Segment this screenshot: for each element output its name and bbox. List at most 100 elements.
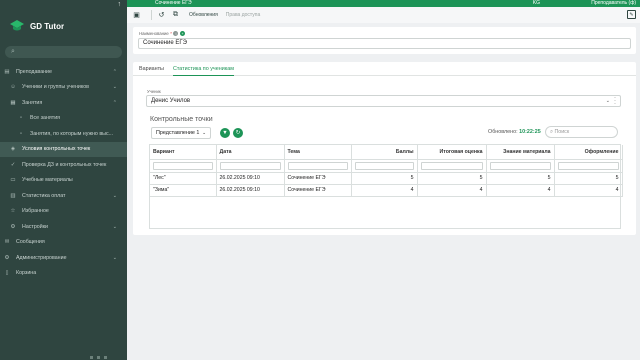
filter-icon: ▼ [222, 130, 228, 136]
table-search-placeholder: Поиск [554, 129, 570, 135]
save-icon[interactable]: ▣ [132, 11, 141, 20]
student-field-label: Ученик [147, 89, 161, 94]
column-header-knowledge[interactable]: Знание материала [486, 145, 555, 160]
sidebar-item-label: Занятия, по которым нужно выс... [30, 130, 114, 137]
graduation-cap-icon [10, 20, 24, 31]
small-square-icon[interactable] [97, 356, 100, 359]
sidebar-item-teaching[interactable]: ▤ Преподавание ⌃ [0, 64, 127, 80]
name-panel: Наименование * i + Сочинение ЕГЭ [133, 27, 636, 54]
folder-icon: ▭ [10, 177, 16, 184]
sidebar-item-all-lessons[interactable]: ▫ Все занятия [0, 111, 127, 127]
collapse-arrow-icon[interactable]: ↑ [118, 1, 122, 8]
cell-variant: "Лес" [150, 172, 217, 185]
table-row[interactable]: "Лес" 26.02.2025 09:10 Сочинение ЕГЭ 5 5… [150, 172, 623, 185]
column-filter-input[interactable] [153, 161, 213, 170]
more-options-icon[interactable]: · · · [613, 95, 617, 107]
sidebar-item-label: Преподавание [16, 68, 52, 75]
star-icon: ☆ [10, 208, 16, 215]
info-icon[interactable]: i [173, 31, 179, 36]
calendar-icon: ▦ [10, 99, 16, 106]
chevron-down-icon: ⌄ [112, 192, 117, 199]
column-header-variant[interactable]: Вариант [150, 145, 217, 160]
check-icon: ✓ [10, 161, 16, 168]
column-filter-input[interactable] [420, 161, 483, 170]
filter-cell [486, 159, 555, 173]
chevron-up-icon: ⌃ [112, 68, 117, 75]
sidebar-item-label: Проверка ДЗ и контрольных точек [22, 161, 107, 168]
name-input[interactable]: Сочинение ЕГЭ [138, 38, 631, 49]
cell-points: 4 [351, 184, 418, 197]
column-filter-input[interactable] [219, 161, 281, 170]
logo[interactable]: GD Tutor [0, 8, 127, 38]
gear-icon: ⚙ [10, 223, 16, 230]
sidebar-item-checkpoint-conditions[interactable]: ◈ Условия контрольных точек [0, 141, 127, 157]
column-header-topic[interactable]: Тема [284, 145, 352, 160]
student-select-value: Денис Училов [151, 98, 191, 104]
logo-text: GD Tutor [30, 21, 65, 31]
history-icon[interactable]: ↺ [157, 11, 166, 20]
column-header-design[interactable]: Оформление [554, 145, 623, 160]
sidebar-item-settings[interactable]: ⚙ Настройки ⌄ [0, 219, 127, 235]
chevron-down-icon: ⌄ [605, 98, 610, 104]
updated-label: Обновлено: [488, 129, 518, 135]
column-filter-input[interactable] [354, 161, 414, 170]
sidebar-item-label: Учебные материалы [22, 177, 73, 184]
sidebar-item-payment-stats[interactable]: ▥ Статистика оплат ⌄ [0, 188, 127, 204]
column-header-points[interactable]: Баллы [351, 145, 418, 160]
access-rights-button[interactable]: Права доступа [226, 12, 260, 18]
edit-icon[interactable]: ✎ [627, 10, 636, 19]
refresh-button[interactable]: ↻ [233, 128, 243, 138]
sidebar-item-trash[interactable]: ▯ Корзина [0, 266, 127, 282]
sidebar-item-students[interactable]: ☺ Ученики и группы учеников ⌄ [0, 80, 127, 96]
table-search-input[interactable]: ⌕ Поиск [545, 126, 618, 138]
tab-student-stats[interactable]: Статистика по ученикам [173, 62, 234, 76]
book-icon: ▤ [4, 68, 10, 75]
view-select[interactable]: Представление 1 ⌄ [151, 127, 211, 139]
name-field-label: Наименование * i + [139, 31, 185, 36]
user-menu[interactable]: Преподаватель (ф) [591, 0, 636, 6]
cell-points: 5 [351, 172, 418, 185]
language-switch[interactable]: KG [533, 0, 540, 6]
small-square-icon[interactable] [90, 356, 93, 359]
column-header-final-grade[interactable]: Итоговая оценка [417, 145, 487, 160]
column-filter-input[interactable] [489, 161, 551, 170]
message-icon: ✉ [4, 239, 10, 246]
sidebar-item-lessons[interactable]: ▦ Занятия ⌃ [0, 95, 127, 111]
table-row[interactable]: "Зима" 26.02.2025 09:10 Сочинение ЕГЭ 4 … [150, 184, 623, 197]
top-bar: Сочинение ЕГЭ KG Преподаватель (ф) [127, 0, 640, 7]
list-icon: ▫ [20, 130, 22, 137]
column-filter-input[interactable] [287, 161, 348, 170]
sidebar-item-admin[interactable]: ⚙ Администрирование ⌄ [0, 250, 127, 266]
tab-variants[interactable]: Варианты [139, 62, 164, 76]
structure-icon[interactable]: ⧉ [171, 11, 180, 20]
cell-variant: "Зима" [150, 184, 217, 197]
small-square-icon[interactable] [104, 356, 107, 359]
chevron-down-icon: ⌄ [112, 254, 117, 261]
cell-final-grade: 5 [417, 172, 487, 185]
tab-bar: Варианты Статистика по ученикам [133, 62, 636, 76]
refresh-icon: ↻ [235, 130, 241, 136]
cell-final-grade: 4 [417, 184, 487, 197]
toolbar: ▣ ↺ ⧉ Обновления Права доступа ✎ [127, 7, 640, 23]
sidebar-item-favorites[interactable]: ☆ Избранное [0, 204, 127, 220]
cell-design: 5 [554, 172, 623, 185]
sidebar-item-lessons-pending[interactable]: ▫ Занятия, по которым нужно выс... [0, 126, 127, 142]
cell-topic: Сочинение ЕГЭ [284, 172, 352, 185]
updates-button[interactable]: Обновления [189, 12, 218, 18]
sidebar-item-materials[interactable]: ▭ Учебные материалы [0, 173, 127, 189]
sidebar-search-input[interactable]: ⌕ [5, 46, 122, 58]
sidebar-item-messages[interactable]: ✉ Сообщения [0, 235, 127, 251]
table-header-row: Вариант Дата Тема Баллы Итоговая оценка … [150, 145, 623, 160]
filter-button[interactable]: ▼ [220, 128, 230, 138]
table-filter-row [150, 159, 623, 173]
updated-time: 10:22:25 [519, 129, 541, 135]
column-filter-input[interactable] [557, 161, 619, 170]
chevron-down-icon: ⌄ [112, 223, 117, 230]
chart-icon: ▥ [10, 192, 16, 199]
column-header-date[interactable]: Дата [216, 145, 285, 160]
sidebar-item-label: Все занятия [30, 115, 61, 122]
student-select[interactable]: Денис Училов ⌄ [146, 95, 621, 107]
plus-icon[interactable]: + [179, 31, 185, 36]
filter-cell [417, 159, 487, 173]
sidebar-item-homework-review[interactable]: ✓ Проверка ДЗ и контрольных точек [0, 157, 127, 173]
